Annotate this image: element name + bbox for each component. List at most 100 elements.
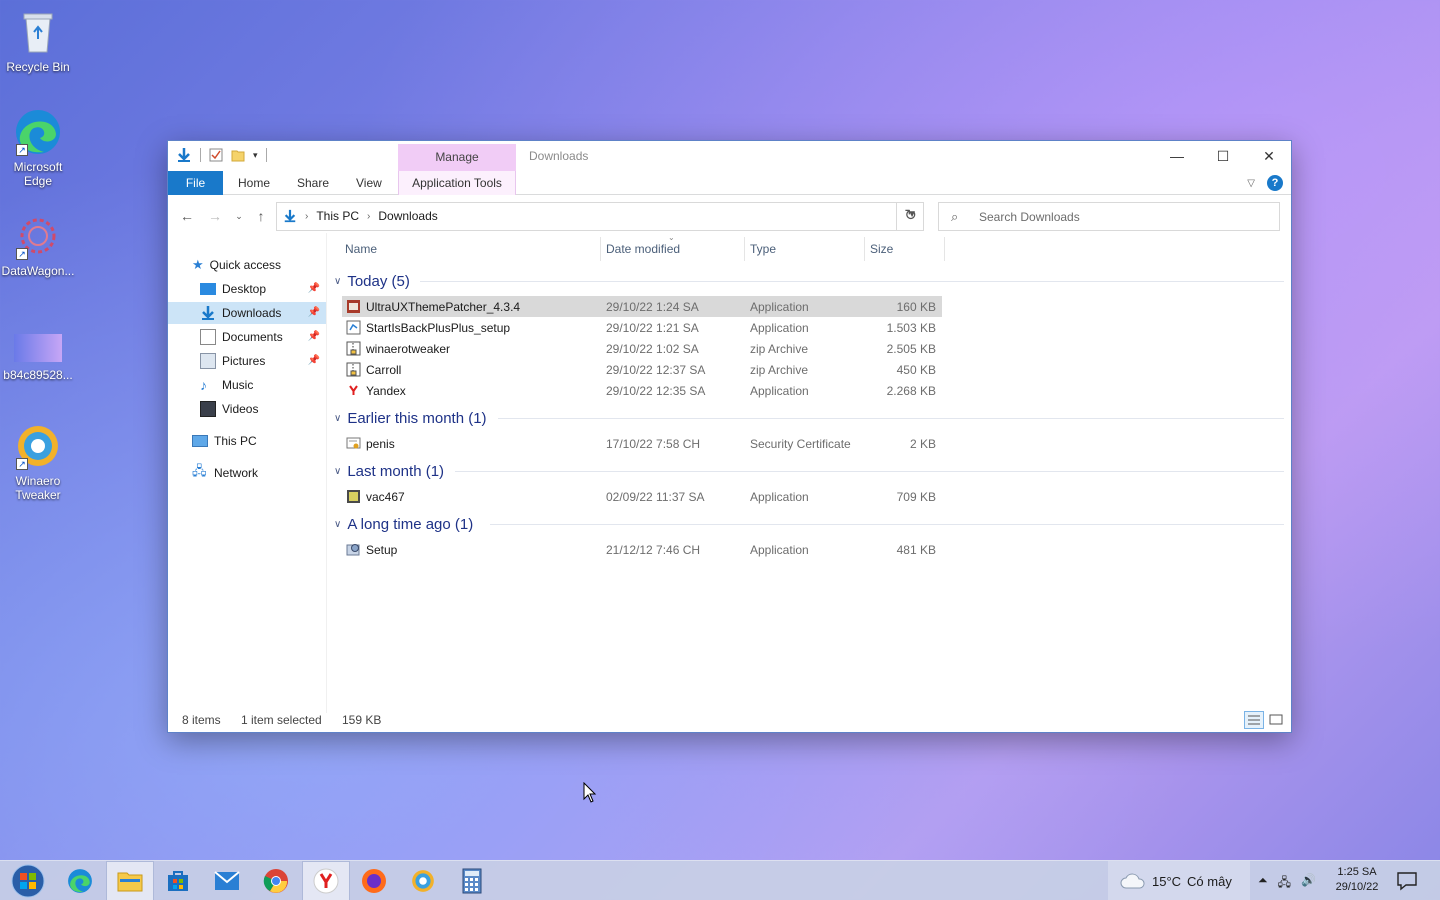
taskbar-chrome[interactable] bbox=[252, 861, 300, 900]
nav-music[interactable]: ♪ Music bbox=[200, 374, 326, 396]
minimize-button[interactable]: — bbox=[1154, 141, 1200, 171]
file-row[interactable]: UltraUXThemePatcher_4.3.4 29/10/22 1:24 … bbox=[342, 296, 942, 317]
file-type: Application bbox=[750, 543, 809, 557]
recent-locations-button[interactable]: ⌄ bbox=[230, 207, 248, 225]
refresh-button[interactable]: ↻ bbox=[896, 202, 924, 231]
group-header-last-month[interactable]: ∨ Last month (1) bbox=[334, 460, 444, 482]
taskbar-winaero-tweaker[interactable] bbox=[399, 861, 447, 900]
column-separator[interactable] bbox=[864, 237, 865, 261]
nav-this-pc[interactable]: This PC bbox=[192, 430, 322, 452]
close-button[interactable]: ✕ bbox=[1246, 141, 1292, 171]
weather-widget[interactable]: 15°C Có mây bbox=[1108, 861, 1250, 900]
desktop-icon-datawagon[interactable]: ↗ DataWagon... bbox=[0, 212, 76, 278]
file-row[interactable]: StartIsBackPlusPlus_setup 29/10/22 1:21 … bbox=[342, 317, 942, 338]
file-type: zip Archive bbox=[750, 363, 809, 377]
group-header-earlier-this-month[interactable]: ∨ Earlier this month (1) bbox=[334, 407, 487, 429]
chevron-down-icon: ∨ bbox=[334, 412, 342, 424]
taskbar-file-explorer[interactable] bbox=[106, 861, 154, 900]
breadcrumb-downloads[interactable]: Downloads bbox=[378, 209, 437, 223]
back-button[interactable]: ← bbox=[178, 207, 196, 225]
column-date-modified[interactable]: Date modified bbox=[606, 237, 680, 261]
edge-icon: ↗ bbox=[14, 108, 62, 156]
file-size: 709 KB bbox=[896, 490, 936, 504]
network-status-icon[interactable]: 🖧 bbox=[1278, 873, 1291, 894]
chevron-down-icon: ∨ bbox=[334, 275, 342, 287]
volume-icon[interactable]: 🔊 bbox=[1301, 873, 1316, 894]
taskbar-calculator[interactable] bbox=[448, 861, 496, 900]
file-row[interactable]: Yandex 29/10/22 12:35 SA Application 2.2… bbox=[342, 380, 942, 401]
expand-ribbon-chevron-icon[interactable]: ▽ bbox=[1247, 178, 1255, 189]
nav-quick-access[interactable]: ★ Quick access bbox=[192, 254, 322, 276]
details-view-button[interactable] bbox=[1244, 711, 1264, 729]
search-box[interactable]: ⌕ Search Downloads bbox=[938, 202, 1280, 231]
column-separator[interactable] bbox=[744, 237, 745, 261]
column-type[interactable]: Type bbox=[750, 237, 776, 261]
taskbar-firefox[interactable] bbox=[350, 861, 398, 900]
computer-icon bbox=[192, 435, 208, 447]
file-name: Yandex bbox=[366, 384, 406, 398]
taskbar-clock[interactable]: 1:25 SA 29/10/22 bbox=[1326, 865, 1388, 895]
pin-icon: 📌 bbox=[307, 283, 320, 294]
column-size[interactable]: Size bbox=[870, 237, 893, 261]
forward-button[interactable]: → bbox=[206, 207, 224, 225]
taskbar-edge[interactable] bbox=[56, 861, 104, 900]
navigation-bar: ← → ⌄ ↑ › This PC › Downloads ▼ ↻ ⌕ Sear… bbox=[168, 201, 1291, 233]
taskbar-mail[interactable] bbox=[203, 861, 251, 900]
desktop-icon-edge[interactable]: ↗ Microsoft Edge bbox=[0, 108, 76, 188]
new-folder-icon[interactable] bbox=[231, 148, 245, 162]
desktop-icon-label: b84c89528... bbox=[3, 368, 73, 382]
maximize-button[interactable]: ☐ bbox=[1200, 141, 1246, 171]
nav-network[interactable]: 🖧 Network bbox=[192, 462, 322, 484]
separator bbox=[200, 148, 201, 162]
properties-icon[interactable] bbox=[209, 148, 223, 162]
column-name[interactable]: Name bbox=[345, 237, 377, 261]
group-header-today[interactable]: ∨ Today (5) bbox=[334, 270, 410, 292]
manage-contextual-tab[interactable]: Manage bbox=[398, 144, 516, 171]
nav-videos[interactable]: Videos bbox=[200, 398, 326, 420]
zip-archive-icon bbox=[346, 362, 361, 377]
file-row[interactable]: penis 17/10/22 7:58 CH Security Certific… bbox=[342, 433, 942, 454]
large-icons-view-button[interactable] bbox=[1266, 711, 1286, 729]
videos-icon bbox=[200, 401, 216, 417]
taskbar-store[interactable] bbox=[154, 861, 202, 900]
tab-view[interactable]: View bbox=[356, 171, 382, 195]
nav-desktop[interactable]: Desktop 📌 bbox=[200, 278, 326, 300]
tab-application-tools[interactable]: Application Tools bbox=[398, 171, 516, 195]
start-button[interactable] bbox=[4, 861, 52, 900]
shortcut-arrow-icon: ↗ bbox=[16, 144, 28, 156]
file-row[interactable]: winaerotweaker 29/10/22 1:02 SA zip Arch… bbox=[342, 338, 942, 359]
up-button[interactable]: ↑ bbox=[252, 207, 270, 225]
tab-home[interactable]: Home bbox=[238, 171, 270, 195]
breadcrumb-this-pc[interactable]: This PC bbox=[316, 209, 359, 223]
firefox-icon bbox=[362, 869, 386, 893]
clock-date: 29/10/22 bbox=[1335, 881, 1379, 893]
group-header-a-long-time-ago[interactable]: ∨ A long time ago (1) bbox=[334, 513, 473, 535]
customize-qat-chevron-icon[interactable]: ▾ bbox=[253, 150, 258, 161]
taskbar-yandex[interactable] bbox=[302, 861, 350, 900]
nav-documents[interactable]: Documents 📌 bbox=[200, 326, 326, 348]
desktop-icon-recycle-bin[interactable]: Recycle Bin bbox=[0, 8, 76, 74]
file-row[interactable]: Carroll 29/10/22 12:37 SA zip Archive 45… bbox=[342, 359, 942, 380]
desktop-icon-image-file[interactable]: b84c89528... bbox=[0, 334, 76, 382]
desktop-icon-label: Winaero Tweaker bbox=[15, 474, 61, 502]
clock-time: 1:25 SA bbox=[1337, 866, 1377, 878]
help-icon[interactable]: ? bbox=[1267, 175, 1283, 191]
file-row[interactable]: Setup 21/12/12 7:46 CH Application 481 K… bbox=[342, 539, 942, 560]
address-bar[interactable]: › This PC › Downloads ▼ bbox=[276, 202, 924, 231]
column-separator[interactable] bbox=[944, 237, 945, 261]
file-row[interactable]: vac467 02/09/22 11:37 SA Application 709… bbox=[342, 486, 942, 507]
breadcrumb: › This PC › Downloads bbox=[283, 209, 438, 223]
show-hidden-icons-chevron-icon[interactable]: ⏶ bbox=[1258, 873, 1268, 894]
file-date: 17/10/22 7:58 CH bbox=[606, 437, 701, 451]
desktop-icon-winaero[interactable]: ↗ Winaero Tweaker bbox=[0, 422, 76, 502]
file-date: 29/10/22 1:21 SA bbox=[606, 321, 699, 335]
tab-share[interactable]: Share bbox=[297, 171, 329, 195]
star-icon: ★ bbox=[192, 257, 204, 272]
search-placeholder: Search Downloads bbox=[979, 210, 1080, 224]
column-separator[interactable] bbox=[600, 237, 601, 261]
tab-file[interactable]: File bbox=[168, 171, 223, 195]
nav-downloads[interactable]: Downloads 📌 bbox=[168, 302, 326, 324]
nav-pictures[interactable]: Pictures 📌 bbox=[200, 350, 326, 372]
action-center-button[interactable] bbox=[1396, 871, 1418, 891]
quick-access-toolbar: ▾ bbox=[176, 147, 267, 163]
